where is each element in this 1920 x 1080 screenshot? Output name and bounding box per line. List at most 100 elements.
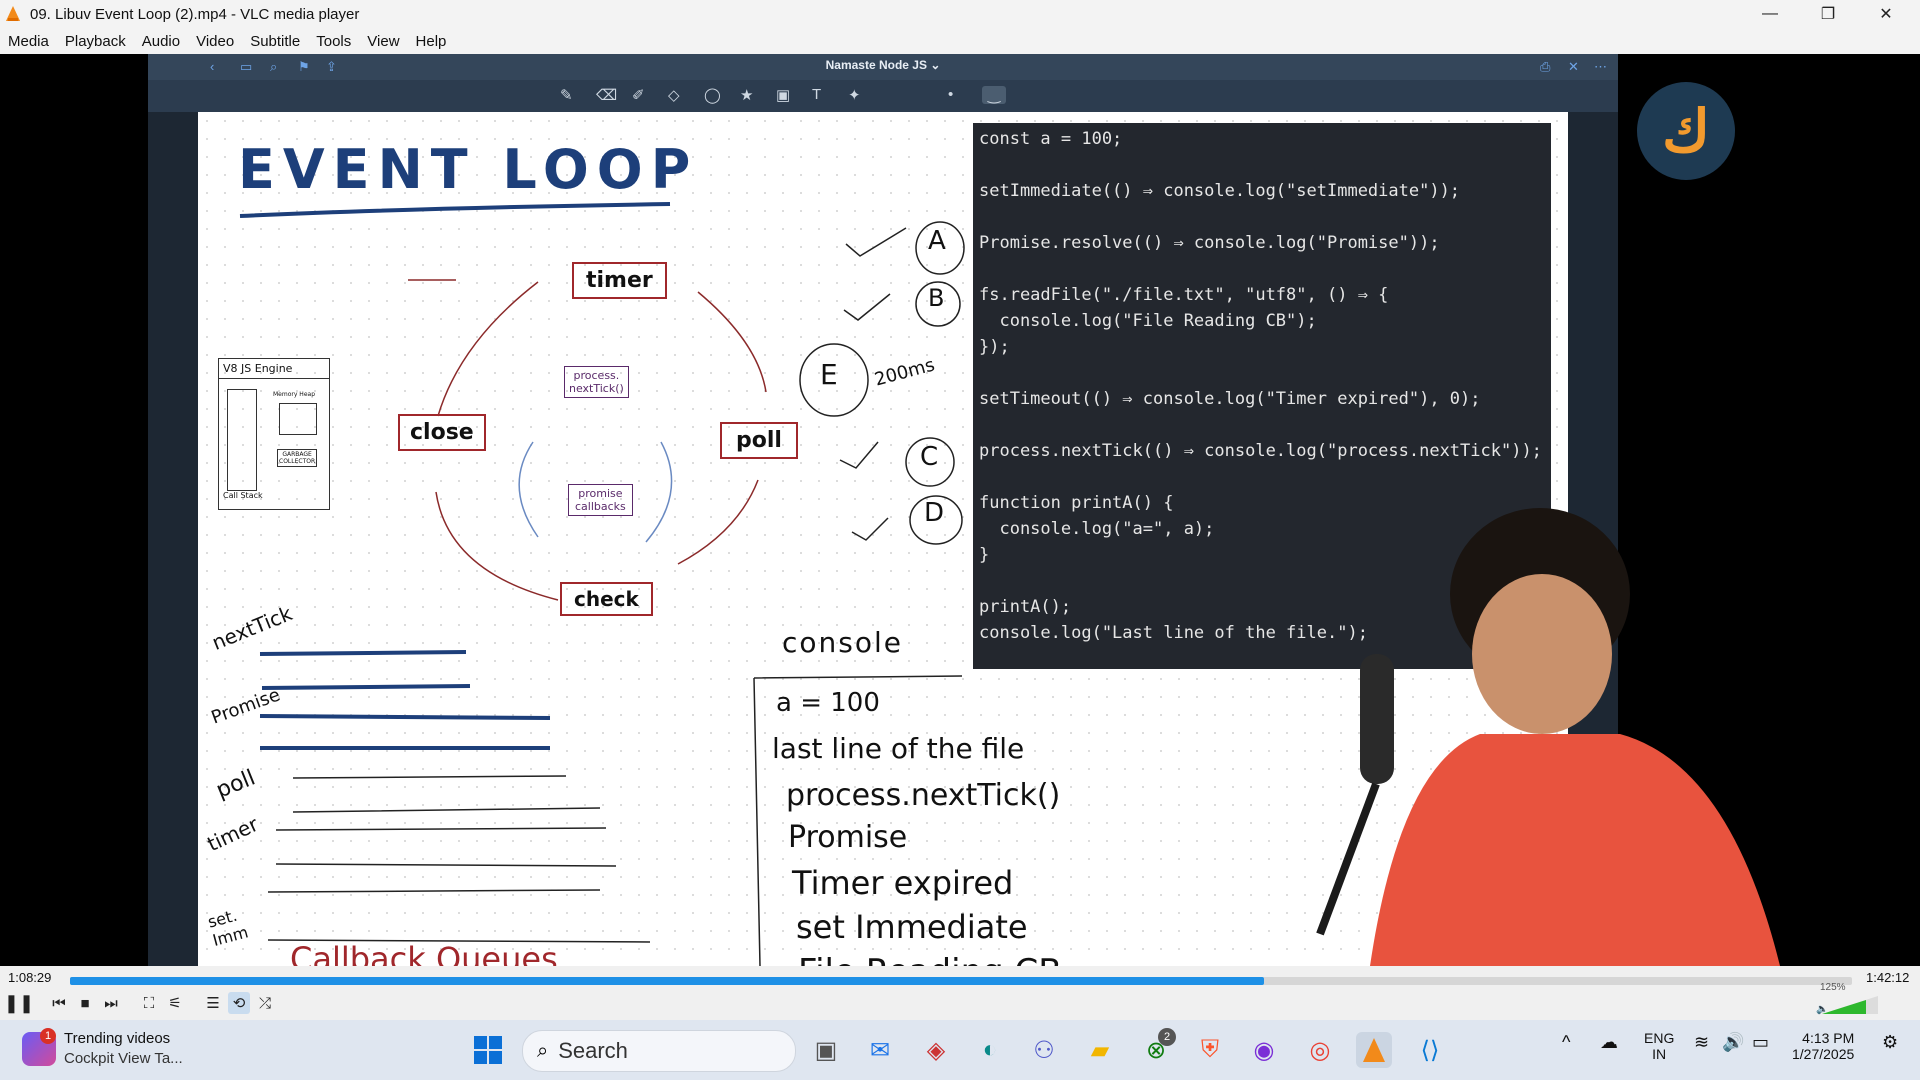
v8-title: V8 JS Engine <box>219 359 329 379</box>
seek-bar[interactable] <box>70 977 1852 985</box>
code-line-8: process.nextTick(() ⇒ console.log("proce… <box>979 441 1542 461</box>
menu-view[interactable]: View <box>359 33 407 50</box>
promise-node: promise callbacks <box>568 484 633 516</box>
extended-settings-button[interactable]: ⚟ <box>164 992 186 1014</box>
volume-label: 125% <box>1820 982 1846 993</box>
notes-title: Namaste Node JS ⌄ <box>825 58 941 72</box>
mark-e: E <box>820 358 838 391</box>
menu-tools[interactable]: Tools <box>308 33 359 50</box>
memory-heap-label: Memory Heap <box>273 391 315 398</box>
code-line-11: } <box>979 545 990 565</box>
text-icon: T <box>812 86 822 103</box>
file-explorer-icon[interactable]: ▰ <box>1082 1032 1118 1068</box>
shuffle-button[interactable]: ⤮ <box>254 992 276 1014</box>
elapsed-time: 1:08:29 <box>8 970 52 985</box>
next-button[interactable]: ⏭ <box>100 992 122 1014</box>
notifications-icon[interactable]: ⚙ <box>1882 1032 1898 1053</box>
menu-playback[interactable]: Playback <box>57 33 134 50</box>
console-line-5: Timer expired <box>792 864 1014 902</box>
v8-engine-box: V8 JS Engine Call Stack Memory Heap GARB… <box>218 358 330 510</box>
task-view-icon[interactable]: ▣ <box>808 1032 844 1068</box>
stop-button[interactable]: ■ <box>74 992 96 1014</box>
instagram-icon[interactable]: ◉ <box>1246 1032 1282 1068</box>
vlc-cone-icon <box>1363 1038 1385 1062</box>
code-line-9: function printA() { <box>979 493 1174 513</box>
wifi-icon[interactable]: ≋ <box>1694 1032 1709 1053</box>
vlc-taskbar-icon[interactable] <box>1356 1032 1392 1068</box>
nexttick-node: process. nextTick() <box>564 366 629 398</box>
pause-button[interactable]: ❚❚ <box>4 992 34 1014</box>
seek-bar-fill <box>70 977 1264 985</box>
shapes-icon: ◇ <box>668 87 680 104</box>
copilot-icon[interactable]: ◈ <box>918 1032 954 1068</box>
close-button[interactable]: ✕ <box>1858 0 1914 28</box>
chrome-icon[interactable]: ◎ <box>1302 1032 1338 1068</box>
code-line-2: setImmediate(() ⇒ console.log("setImmedi… <box>979 181 1461 201</box>
eraser-icon: ⌫ <box>596 87 618 104</box>
menu-video[interactable]: Video <box>188 33 242 50</box>
previous-button[interactable]: ⏮ <box>48 992 70 1014</box>
timer-phase: timer <box>572 262 667 299</box>
star-icon: ★ <box>740 87 754 104</box>
clock-time: 4:13 PM <box>1802 1030 1855 1046</box>
teams-icon[interactable]: ⚇ <box>1026 1032 1062 1068</box>
volume-slider[interactable]: 125% <box>1820 982 1880 1016</box>
stroke-icon: ‿ <box>982 86 1007 104</box>
menu-subtitle[interactable]: Subtitle <box>242 33 308 50</box>
clock[interactable]: 4:13 PM 1/27/2025 <box>1792 1030 1854 1062</box>
widgets-badge: 1 <box>40 1028 56 1044</box>
menu-audio[interactable]: Audio <box>134 33 188 50</box>
widget-title[interactable]: Trending videos <box>64 1030 170 1047</box>
window-title: 09. Libuv Event Loop (2).mp4 - VLC media… <box>30 5 360 23</box>
start-button[interactable] <box>470 1032 506 1068</box>
taskbar-search[interactable]: ⌕ Search <box>522 1030 796 1072</box>
channel-logo: ك <box>1637 82 1735 180</box>
search-icon: ⌕ <box>537 1039 549 1062</box>
image-icon: ▣ <box>776 87 791 104</box>
gc-box: GARBAGE COLLECTOR <box>277 449 318 467</box>
menu-help[interactable]: Help <box>408 33 455 50</box>
call-stack-label: Call Stack <box>223 491 263 500</box>
windows-logo-icon <box>474 1036 502 1064</box>
code-line-7: setTimeout(() ⇒ console.log("Timer expir… <box>979 389 1481 409</box>
xbox-badge: 2 <box>1158 1028 1176 1046</box>
console-line-4: Promise <box>788 820 908 855</box>
code-line-4: fs.readFile("./file.txt", "utf8", () ⇒ { <box>979 285 1389 305</box>
language-indicator[interactable]: ENG IN <box>1644 1030 1674 1062</box>
code-line-1: const a = 100; <box>979 129 1123 149</box>
call-stack-box <box>227 389 257 491</box>
vlc-logo-icon <box>6 6 20 21</box>
speaker-icon[interactable]: 🔈 <box>1816 1004 1828 1015</box>
brave-icon[interactable]: ⛨ <box>1192 1032 1228 1068</box>
windows-taskbar: 1 Trending videos Cockpit View Ta... ⌕ S… <box>0 1020 1920 1080</box>
widget-subtitle[interactable]: Cockpit View Ta... <box>64 1050 183 1067</box>
tray-overflow-icon[interactable]: ^ <box>1562 1032 1570 1053</box>
playlist-button[interactable]: ☰ <box>202 992 224 1014</box>
menu-media[interactable]: Media <box>0 33 57 50</box>
code-line-10: console.log("a=", a); <box>979 519 1215 539</box>
notes-toolbar: ✎ ⌫ ✐ ◇ ◯ ★ ▣ T ✦ • ‿ <box>148 80 1618 112</box>
battery-icon[interactable]: ▭ <box>1752 1032 1769 1053</box>
notes-left-margin <box>148 112 198 966</box>
volume-bar-icon <box>1822 996 1878 1014</box>
maximize-button[interactable]: ❐ <box>1800 0 1856 28</box>
mail-icon[interactable]: ✉ <box>862 1032 898 1068</box>
total-time: 1:42:12 <box>1866 970 1910 985</box>
mark-a: A <box>928 226 946 256</box>
onedrive-icon[interactable]: ☁ <box>1600 1032 1618 1053</box>
language-line-2: IN <box>1652 1046 1667 1062</box>
volume-icon[interactable]: 🔊 <box>1722 1032 1744 1053</box>
search-label: Search <box>558 1038 628 1063</box>
edge-icon[interactable]: ◐ <box>972 1032 1008 1068</box>
video-frame[interactable]: ‹ ▭ ⌕ ⚑ ⇪ Namaste Node JS ⌄ ⎙ ✕ ⋯ ✎ ⌫ ✐ … <box>0 54 1920 966</box>
pen-icon: ✎ <box>560 87 573 104</box>
close-phase: close <box>398 414 486 451</box>
mark-c: C <box>920 442 939 472</box>
fullscreen-button[interactable]: ⛶ <box>138 992 160 1014</box>
loop-button[interactable]: ⟲ <box>228 992 250 1014</box>
vscode-icon[interactable]: ⟨⟩ <box>1412 1032 1448 1068</box>
minimize-button[interactable]: — <box>1742 0 1798 28</box>
export-icon: ⎙ <box>1540 59 1551 74</box>
mark-b: B <box>928 284 945 312</box>
console-line-2: last line of the file <box>772 732 1025 765</box>
